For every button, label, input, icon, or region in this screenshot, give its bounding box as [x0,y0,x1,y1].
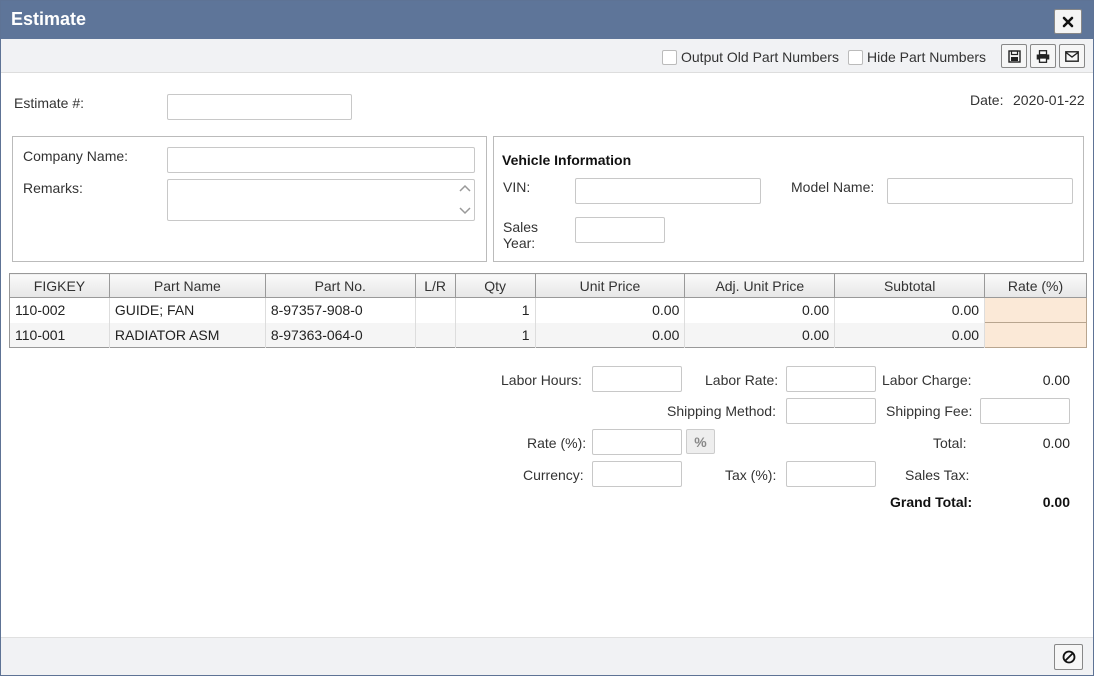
cell-adj-unit-price: 0.00 [684,322,836,348]
hide-part-numbers-label: Hide Part Numbers [867,49,987,65]
column-header-lr[interactable]: L/R [414,273,456,298]
total-value: 0.00 [1042,435,1070,451]
remarks-label: Remarks: [23,180,83,196]
labor-charge-label: Labor Charge: [882,372,972,388]
output-old-part-numbers-checkbox[interactable]: Output Old Part Numbers [662,49,839,65]
table-header-row: FIGKEY Part Name Part No. L/R Qty Unit P… [9,273,1087,298]
grand-total-value: 0.00 [1042,494,1070,510]
percent-button[interactable]: % [686,429,715,454]
estimate-dialog: Estimate Output Old Part Numbers Hide Pa… [0,0,1094,676]
dialog-title: Estimate [11,9,87,29]
cell-subtotal: 0.00 [834,297,986,323]
email-button[interactable] [1059,44,1085,68]
labor-hours-label: Labor Hours: [501,372,582,388]
save-button[interactable] [1001,44,1027,68]
tax-input[interactable] [786,461,876,487]
cell-unit-price: 0.00 [535,297,686,323]
cell-qty: 1 [455,322,536,348]
print-button[interactable] [1030,44,1056,68]
print-icon [1036,49,1050,63]
cell-adj-unit-price: 0.00 [684,297,836,323]
table-row[interactable]: 110-002 GUIDE; FAN 8-97357-908-0 1 0.00 … [9,297,1087,323]
cell-unit-price: 0.00 [535,322,686,348]
vehicle-info-title: Vehicle Information [502,152,632,168]
save-icon [1007,49,1021,63]
close-button[interactable] [1054,9,1082,34]
remarks-scroll-arrows-icon[interactable] [459,182,471,218]
cancel-button[interactable] [1054,644,1083,670]
shipping-fee-input[interactable] [980,398,1070,424]
column-header-rate[interactable]: Rate (%) [984,273,1087,298]
vin-input[interactable] [575,178,761,204]
currency-label: Currency: [523,467,584,483]
cell-lr [415,297,456,323]
shipping-fee-label: Shipping Fee: [886,403,973,419]
sales-year-input[interactable] [575,217,665,243]
sales-year-label-line2: Year: [503,235,536,251]
labor-rate-input[interactable] [786,366,876,392]
total-label: Total: [933,435,967,451]
column-header-qty[interactable]: Qty [454,273,536,298]
cell-part-name: GUIDE; FAN [109,297,266,323]
vin-label: VIN: [503,179,531,195]
cell-part-name: RADIATOR ASM [109,322,266,348]
company-name-input[interactable] [167,147,475,173]
cell-part-no: 8-97357-908-0 [265,297,416,323]
rate-input[interactable] [592,429,682,455]
toolbar: Output Old Part Numbers Hide Part Number… [1,39,1093,73]
checkbox-box[interactable] [848,49,863,65]
remarks-textarea[interactable] [167,179,475,221]
labor-hours-input[interactable] [592,366,682,392]
tax-label: Tax (%): [725,467,777,483]
sales-tax-label: Sales Tax: [905,467,970,483]
checkbox-box[interactable] [662,49,677,65]
estimate-number-label: Estimate #: [14,95,85,111]
date-label: Date: [970,92,1004,108]
cancel-icon [1062,650,1075,664]
grand-total-label: Grand Total: [890,494,973,510]
cell-subtotal: 0.00 [834,322,986,348]
cell-figkey: 110-001 [9,322,110,348]
column-header-figkey[interactable]: FIGKEY [9,273,110,298]
cell-qty: 1 [455,297,536,323]
company-name-label: Company Name: [23,148,129,164]
close-icon [1062,16,1074,27]
date-value: 2020-01-22 [1013,92,1085,108]
column-header-subtotal[interactable]: Subtotal [834,273,986,298]
cell-figkey: 110-002 [9,297,110,323]
footer-bar [1,637,1093,675]
sales-year-label-line1: Sales [503,219,539,235]
column-header-part-no[interactable]: Part No. [264,273,416,298]
model-name-label: Model Name: [791,179,875,195]
rate-label: Rate (%): [527,435,587,451]
column-header-adj-unit-price[interactable]: Adj. Unit Price [684,273,836,298]
labor-charge-value: 0.00 [1042,372,1070,388]
column-header-part-name[interactable]: Part Name [108,273,266,298]
table-row[interactable]: 110-001 RADIATOR ASM 8-97363-064-0 1 0.0… [9,322,1087,348]
labor-rate-label: Labor Rate: [705,372,779,388]
cell-lr [415,322,456,348]
shipping-method-input[interactable] [786,398,876,424]
cell-rate-input[interactable] [984,322,1087,348]
hide-part-numbers-checkbox[interactable]: Hide Part Numbers [848,49,986,65]
parts-table: FIGKEY Part Name Part No. L/R Qty Unit P… [9,273,1087,348]
column-header-unit-price[interactable]: Unit Price [534,273,686,298]
currency-input[interactable] [592,461,682,487]
estimate-number-input[interactable] [167,94,352,120]
email-icon [1065,50,1079,62]
title-bar: Estimate [1,1,1093,39]
output-old-part-numbers-label: Output Old Part Numbers [681,49,839,65]
model-name-input[interactable] [887,178,1073,204]
cell-part-no: 8-97363-064-0 [265,322,416,348]
shipping-method-label: Shipping Method: [667,403,776,419]
cell-rate-input[interactable] [984,297,1087,323]
